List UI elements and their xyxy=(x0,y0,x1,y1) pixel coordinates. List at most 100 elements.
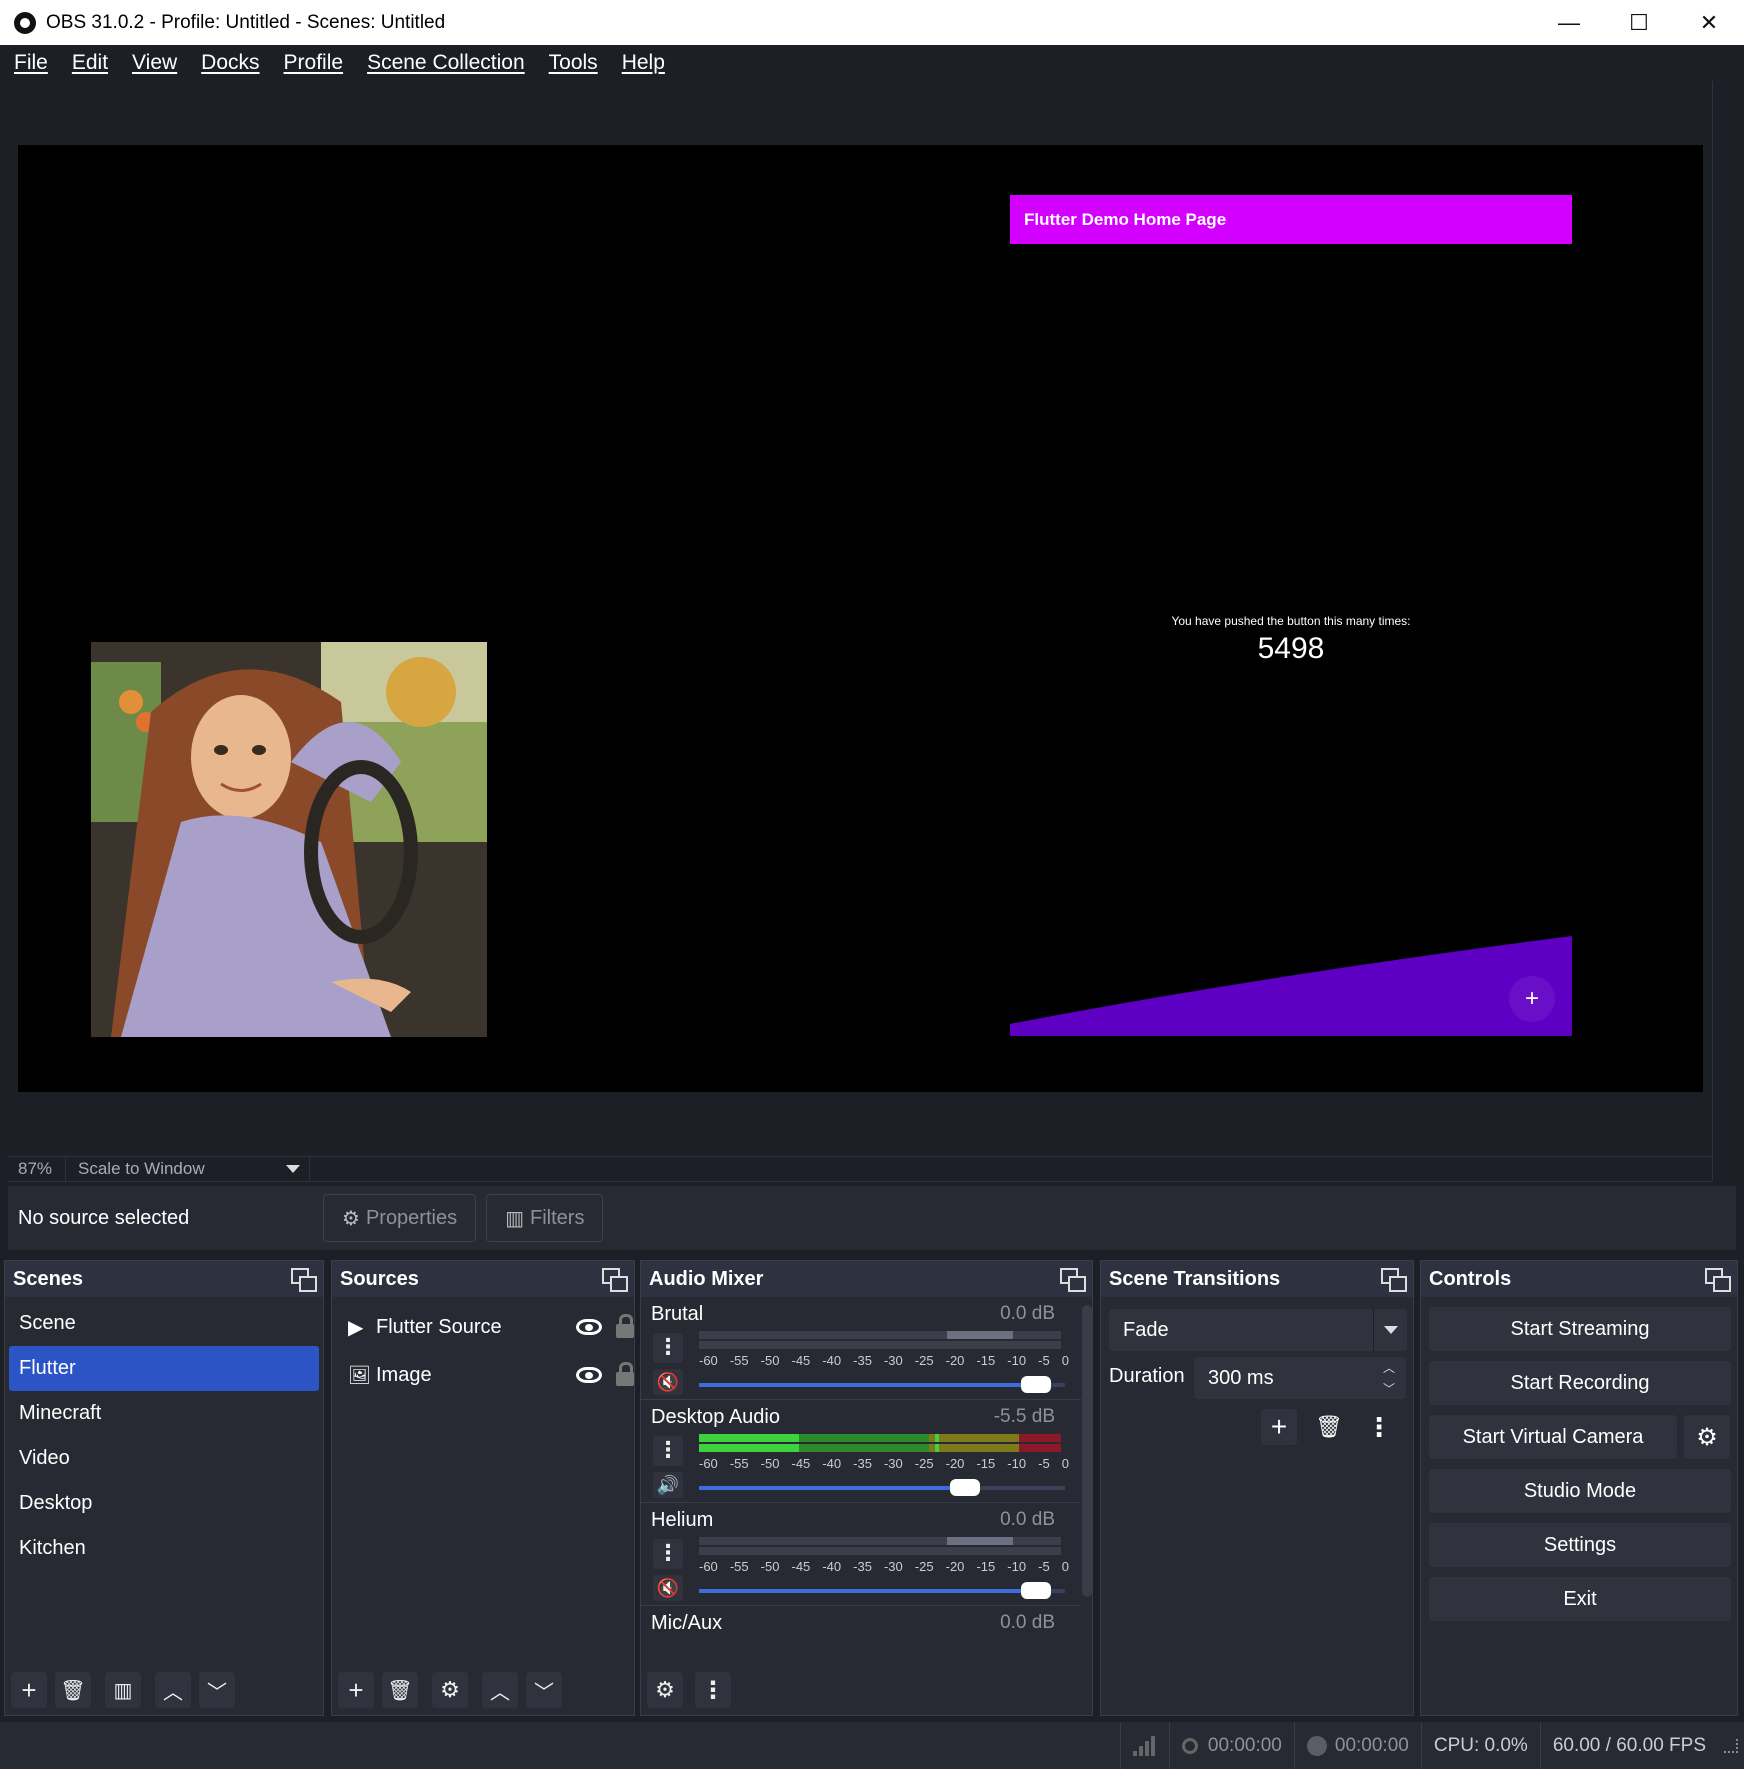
remove-source-button[interactable]: 🗑 xyxy=(382,1672,418,1708)
chevron-down-icon[interactable] xyxy=(1373,1309,1407,1351)
scene-transitions-dock: Scene Transitions Fade Duration 300 ms ︿… xyxy=(1100,1260,1414,1716)
duration-field[interactable]: 300 ms ︿ ﹀ xyxy=(1194,1357,1406,1399)
tick-label: 0 xyxy=(1061,1353,1069,1368)
tick-label: -40 xyxy=(822,1353,842,1368)
volume-slider[interactable] xyxy=(699,1582,1065,1599)
preview-scrollbar[interactable] xyxy=(1712,81,1738,1181)
transition-select[interactable]: Fade xyxy=(1109,1309,1407,1351)
title-bar: OBS 31.0.2 - Profile: Untitled - Scenes:… xyxy=(0,0,1744,45)
channel-menu-button[interactable]: ⋮ xyxy=(653,1333,683,1363)
source-item[interactable]: ▶ Flutter Source xyxy=(332,1303,634,1351)
duration-stepper[interactable]: ︿ ﹀ xyxy=(1372,1357,1406,1399)
volume-slider-handle[interactable] xyxy=(1021,1376,1051,1393)
purple-wave-shape xyxy=(1010,936,1572,1036)
virtual-camera-gear-icon[interactable]: ⚙ xyxy=(1684,1415,1730,1459)
scene-item[interactable]: Kitchen xyxy=(9,1526,319,1571)
zoom-mode-select[interactable]: Scale to Window xyxy=(66,1157,276,1181)
channel-menu-button[interactable]: ⋮ xyxy=(653,1539,683,1569)
remove-scene-button[interactable]: 🗑 xyxy=(55,1672,91,1708)
exit-button[interactable]: Exit xyxy=(1429,1577,1731,1621)
filters-button[interactable]: ▥ Filters xyxy=(486,1194,604,1242)
volume-slider-handle[interactable] xyxy=(1021,1582,1051,1599)
properties-button[interactable]: ⚙ Properties xyxy=(323,1194,477,1242)
broadcast-icon xyxy=(1181,1737,1198,1754)
start-recording-button[interactable]: Start Recording xyxy=(1429,1361,1731,1405)
move-source-down-button[interactable]: ﹀ xyxy=(526,1672,562,1708)
source-item[interactable]: 🖼 Image xyxy=(332,1351,634,1399)
mixer-channel: Helium 0.0 dB ⋮ 🔇 -60 -55 -50 -45 -40 -35 -30-… xyxy=(641,1503,1081,1606)
lock-icon[interactable] xyxy=(616,1362,634,1386)
window-controls: — ☐ ✕ xyxy=(1534,0,1744,45)
tick-label: -60 xyxy=(699,1456,718,1471)
remove-transition-button[interactable]: 🗑 xyxy=(1311,1409,1347,1445)
menu-profile[interactable]: Profile xyxy=(284,51,344,75)
transition-menu-button[interactable]: ⋮ xyxy=(1361,1409,1397,1445)
maximize-button[interactable]: ☐ xyxy=(1604,0,1674,45)
muted-speaker-icon[interactable]: 🔇 xyxy=(653,1369,683,1395)
window-title: OBS 31.0.2 - Profile: Untitled - Scenes:… xyxy=(46,11,446,33)
visibility-eye-icon[interactable] xyxy=(576,1367,602,1383)
image-source-preview[interactable] xyxy=(91,642,487,1037)
menu-file[interactable]: File xyxy=(14,51,48,75)
sources-header: Sources xyxy=(332,1261,634,1297)
volume-slider[interactable] xyxy=(699,1376,1065,1393)
scene-item[interactable]: Video xyxy=(9,1436,319,1481)
menu-edit[interactable]: Edit xyxy=(72,51,108,75)
visibility-eye-icon[interactable] xyxy=(576,1319,602,1335)
move-source-up-button[interactable]: ︿ xyxy=(482,1672,518,1708)
lock-icon[interactable] xyxy=(616,1314,634,1338)
menu-view[interactable]: View xyxy=(132,51,177,75)
close-button[interactable]: ✕ xyxy=(1674,0,1744,45)
speaker-icon[interactable]: 🔊 xyxy=(653,1472,683,1498)
tick-label: -40 xyxy=(822,1456,842,1471)
resize-grip-icon[interactable] xyxy=(1724,1738,1738,1753)
undock-icon[interactable] xyxy=(1705,1268,1731,1292)
mixer-scrollbar[interactable] xyxy=(1082,1305,1092,1597)
duration-value: 300 ms xyxy=(1208,1366,1274,1389)
tick-label: -25 xyxy=(914,1353,934,1368)
channel-menu-button[interactable]: ⋮ xyxy=(653,1436,683,1466)
chevron-down-icon[interactable] xyxy=(276,1157,310,1181)
scene-item[interactable]: Minecraft xyxy=(9,1391,319,1436)
settings-button[interactable]: Settings xyxy=(1429,1523,1731,1567)
channel-db: 0.0 dB xyxy=(1000,1303,1055,1324)
chevron-down-icon[interactable]: ﹀ xyxy=(1383,1380,1395,1397)
scene-item-selected[interactable]: Flutter xyxy=(9,1346,319,1391)
source-properties-button[interactable]: ⚙ xyxy=(432,1672,468,1708)
volume-slider-handle[interactable] xyxy=(949,1479,980,1496)
tick-label: -60 xyxy=(699,1353,718,1368)
minimize-button[interactable]: — xyxy=(1534,0,1604,45)
muted-speaker-icon[interactable]: 🔇 xyxy=(653,1575,683,1601)
tick-label: -25 xyxy=(914,1456,934,1471)
meter-scale: -60 -55 -50 -45 -40 -35 -30 -25 -20 -15 -10 -5 0 xyxy=(699,1559,1069,1574)
studio-mode-button[interactable]: Studio Mode xyxy=(1429,1469,1731,1513)
move-scene-up-button[interactable]: ︿ xyxy=(155,1672,191,1708)
add-source-button[interactable]: + xyxy=(338,1672,374,1708)
filter-icon: ▥ xyxy=(113,1679,133,1702)
volume-slider[interactable] xyxy=(699,1479,1065,1496)
mixer-menu-button[interactable]: ⋮ xyxy=(695,1672,731,1708)
meter-segment xyxy=(1019,1434,1061,1442)
add-transition-button[interactable]: + xyxy=(1261,1409,1297,1445)
undock-icon[interactable] xyxy=(1381,1268,1407,1292)
record-status: 00:00:00 xyxy=(1293,1722,1421,1769)
tick-label: -35 xyxy=(853,1353,872,1368)
undock-icon[interactable] xyxy=(1060,1268,1086,1292)
menu-docks[interactable]: Docks xyxy=(201,51,259,75)
menu-help[interactable]: Help xyxy=(622,51,665,75)
scene-filters-button[interactable]: ▥ xyxy=(105,1672,141,1708)
menu-tools[interactable]: Tools xyxy=(549,51,598,75)
move-scene-down-button[interactable]: ﹀ xyxy=(199,1672,235,1708)
start-streaming-button[interactable]: Start Streaming xyxy=(1429,1307,1731,1351)
menu-scene-collection[interactable]: Scene Collection xyxy=(367,51,525,75)
chevron-up-icon[interactable]: ︿ xyxy=(1383,1359,1395,1376)
fab-plus-icon: + xyxy=(1509,976,1555,1022)
advanced-audio-gear-icon[interactable]: ⚙ xyxy=(647,1672,683,1708)
counter-caption: You have pushed the button this many tim… xyxy=(1171,614,1411,628)
add-scene-button[interactable]: + xyxy=(11,1672,47,1708)
undock-icon[interactable] xyxy=(291,1268,317,1292)
scene-item[interactable]: Scene xyxy=(9,1301,319,1346)
undock-icon[interactable] xyxy=(602,1268,628,1292)
scene-item[interactable]: Desktop xyxy=(9,1481,319,1526)
start-virtual-camera-button[interactable]: Start Virtual Camera xyxy=(1429,1415,1677,1459)
